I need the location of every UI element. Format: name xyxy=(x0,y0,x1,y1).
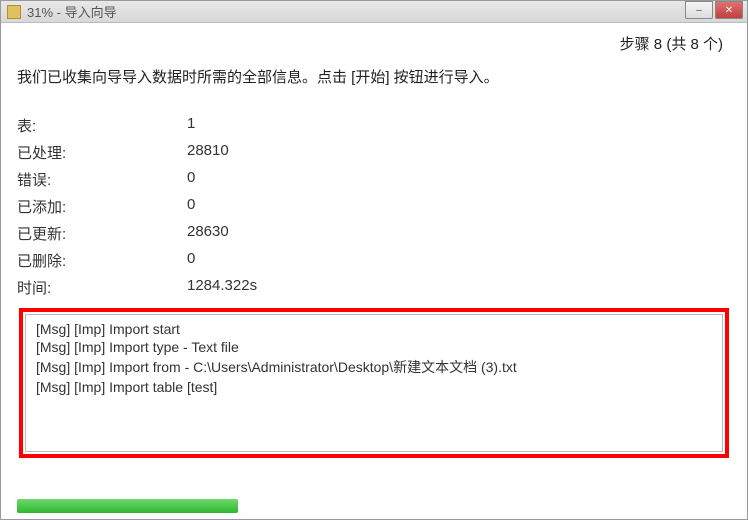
errors-value: 0 xyxy=(187,169,731,190)
minimize-button[interactable]: – xyxy=(685,1,713,19)
log-line: [Msg] [Imp] Import from - C:\Users\Admin… xyxy=(36,357,712,377)
log-line: [Msg] [Imp] Import type - Text file xyxy=(36,339,712,355)
updated-label: 已更新: xyxy=(17,223,187,244)
step-indicator: 步骤 8 (共 8 个) xyxy=(17,31,731,62)
added-label: 已添加: xyxy=(17,196,187,217)
tables-label: 表: xyxy=(17,115,187,136)
progress-area xyxy=(1,499,747,519)
log-textarea[interactable]: [Msg] [Imp] Import start [Msg] [Imp] Imp… xyxy=(25,314,723,452)
errors-label: 错误: xyxy=(17,169,187,190)
wizard-window: 31% - 导入向导 – ✕ 步骤 8 (共 8 个) 我们已收集向导导入数据时… xyxy=(0,0,748,520)
stats-grid: 表: 1 已处理: 28810 错误: 0 已添加: 0 已更新: 28630 … xyxy=(17,115,731,298)
close-button[interactable]: ✕ xyxy=(715,1,743,19)
updated-value: 28630 xyxy=(187,223,731,244)
progress-bar xyxy=(17,499,238,513)
window-title: 31% - 导入向导 xyxy=(27,2,117,21)
wizard-description: 我们已收集向导导入数据时所需的全部信息。点击 [开始] 按钮进行导入。 xyxy=(17,66,731,87)
titlebar[interactable]: 31% - 导入向导 – ✕ xyxy=(1,1,747,23)
deleted-label: 已删除: xyxy=(17,250,187,271)
processed-label: 已处理: xyxy=(17,142,187,163)
time-value: 1284.322s xyxy=(187,277,731,298)
time-label: 时间: xyxy=(17,277,187,298)
content-area: 步骤 8 (共 8 个) 我们已收集向导导入数据时所需的全部信息。点击 [开始]… xyxy=(1,23,747,458)
log-highlight-box: [Msg] [Imp] Import start [Msg] [Imp] Imp… xyxy=(19,308,729,458)
processed-value: 28810 xyxy=(187,142,731,163)
deleted-value: 0 xyxy=(187,250,731,271)
log-line: [Msg] [Imp] Import start xyxy=(36,321,712,337)
tables-value: 1 xyxy=(187,115,731,136)
added-value: 0 xyxy=(187,196,731,217)
app-icon xyxy=(7,5,21,19)
log-line: [Msg] [Imp] Import table [test] xyxy=(36,379,712,395)
window-controls: – ✕ xyxy=(685,1,743,19)
